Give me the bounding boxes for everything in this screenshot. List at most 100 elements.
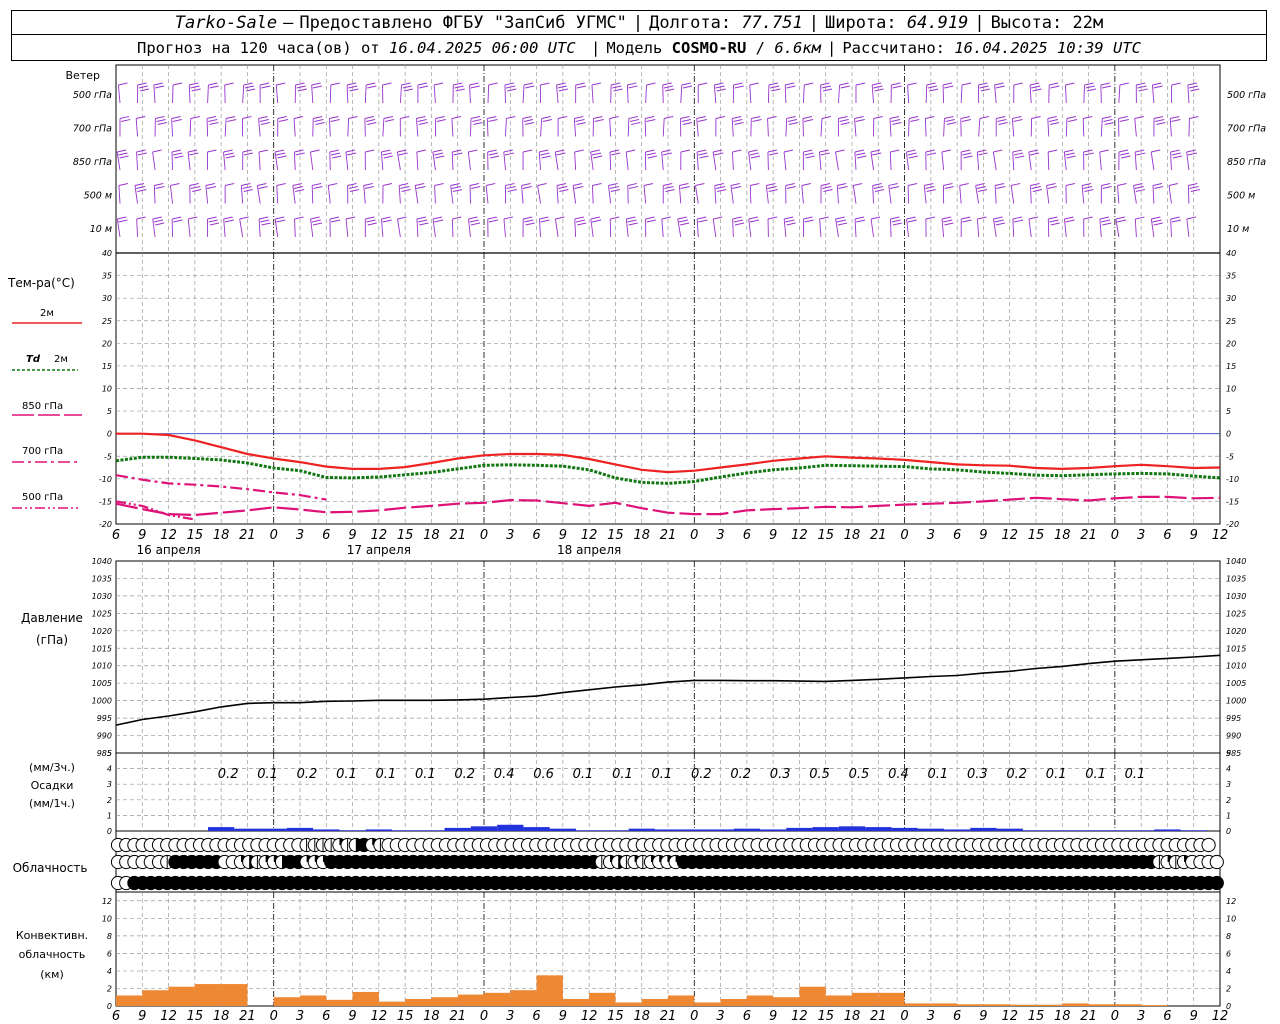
hour-tick-label: 15: [607, 528, 624, 543]
precip-bar: [707, 829, 734, 831]
wind-barb-feather: [698, 82, 708, 86]
wind-barb-feather: [944, 186, 954, 189]
wind-barb-feather: [1186, 149, 1196, 153]
pressure-tick-label: 1040: [92, 557, 112, 566]
wind-barb-feather: [1084, 152, 1094, 156]
wind-barb-shaft: [1083, 84, 1086, 104]
hour-tick-label: 9: [1190, 528, 1198, 543]
wind-barb-shaft: [118, 185, 121, 204]
wind-barb-feather: [575, 82, 585, 86]
pressure-tick-label-right: 990: [1226, 732, 1241, 741]
wind-barb-feather: [593, 116, 603, 119]
wind-barb-feather: [767, 116, 777, 119]
wind-barb-feather: [574, 149, 584, 153]
wind-barb-feather: [401, 189, 411, 192]
wind-barb-feather: [1153, 116, 1164, 119]
wind-barb-shaft: [487, 84, 490, 104]
precip-3h-unit: (мм/3ч.): [29, 761, 75, 774]
hour-tick-label: 21: [239, 528, 256, 543]
wind-barb-feather: [155, 222, 165, 226]
wind-barb-shaft: [505, 118, 507, 137]
wind-barb-feather: [349, 189, 360, 192]
hour-tick-label: 18: [1054, 528, 1071, 543]
wind-barb-feather: [1050, 85, 1060, 89]
wind-barb-feather: [733, 82, 743, 86]
wind-barb-feather: [1099, 216, 1109, 220]
wind-barb-feather: [980, 88, 990, 92]
conv-bar: [904, 1003, 931, 1006]
pressure-tick-label: 1025: [92, 609, 112, 618]
precip-bar: [313, 829, 340, 831]
wind-barb-feather: [190, 116, 200, 119]
hour-tick-label: 0: [1111, 528, 1119, 543]
wind-barb-feather: [419, 222, 429, 226]
wind-barb-feather: [749, 152, 759, 156]
t2m-legend-label: 2м: [40, 308, 54, 319]
wind-barb-feather: [925, 186, 935, 189]
wind-barb-shaft: [434, 185, 436, 204]
wind-barb-feather: [451, 116, 461, 119]
wind-barb-shaft: [398, 185, 401, 204]
wind-barb-feather: [941, 216, 952, 220]
wind-barb-feather: [243, 82, 253, 86]
hour-tick-label-bottom: 21: [239, 1009, 256, 1024]
precip-3h-sum: 0.6: [533, 767, 554, 782]
td-legend-level: 2м: [54, 354, 68, 365]
wind-barb-feather: [665, 88, 675, 92]
wind-barb-feather: [679, 183, 689, 186]
precip-tick-label-right: 2: [1226, 796, 1231, 805]
wind-barb-feather: [416, 116, 426, 119]
precip-bar: [286, 827, 314, 831]
wind-barb-feather: [786, 186, 796, 189]
day-label: 17 апреля: [347, 543, 411, 557]
wind-barb-shaft: [467, 151, 471, 171]
wind-barb-feather: [192, 189, 202, 192]
wind-barb-feather: [525, 85, 535, 89]
wind-barb-feather: [488, 219, 499, 223]
wind-barb-feather: [208, 82, 218, 86]
wind-barb-feather: [979, 116, 989, 119]
wind-barb-feather: [767, 186, 777, 189]
precip-bar: [1049, 830, 1076, 831]
wind-barb-feather: [924, 183, 934, 186]
precip-tick-label-right: 3: [1226, 780, 1231, 789]
wind-barb-feather: [153, 82, 163, 86]
wind-barb-feather: [367, 122, 377, 125]
wind-barb-feather: [487, 149, 497, 153]
hour-tick-label-bottom: 21: [1080, 1009, 1097, 1024]
wind-barb-feather: [1050, 222, 1060, 226]
wind-barb-shaft: [609, 118, 612, 137]
wind-barb-feather: [576, 122, 586, 125]
wind-barb-feather: [908, 155, 918, 159]
conv-tick-label: 8: [107, 932, 112, 941]
precip-3h-sum: 0.1: [336, 767, 357, 782]
wind-barb-feather: [750, 155, 761, 159]
wind-barb-feather: [419, 85, 429, 89]
wind-barb-feather: [1152, 82, 1162, 86]
conv-tick-label-right: 8: [1226, 932, 1231, 941]
wind-barb-feather: [1155, 119, 1165, 122]
wind-barb-feather: [853, 183, 863, 186]
hour-tick-label-bottom: 12: [371, 1009, 388, 1024]
wind-barb-feather: [330, 152, 341, 156]
wind-barb-feather: [734, 85, 744, 89]
wind-barb-feather: [293, 186, 304, 189]
wind-barb-feather: [838, 186, 848, 189]
wind-barb-shaft: [469, 84, 471, 104]
wind-barb-feather: [977, 189, 988, 192]
hour-tick-label-bottom: 18: [213, 1009, 230, 1024]
t850-legend-label: 850 гПа: [22, 401, 63, 412]
wind-barb-feather: [699, 155, 709, 159]
wind-barb-feather: [854, 216, 865, 220]
wind-barb-shaft: [188, 84, 191, 104]
wind-barb-shaft: [662, 118, 665, 137]
wind-barb-shaft: [153, 84, 156, 104]
wind-barb-feather: [1028, 149, 1038, 153]
conv-bar: [273, 997, 300, 1006]
wind-barb-feather: [662, 82, 672, 86]
wind-barb-shaft: [731, 118, 734, 137]
wind-level-label: 850 гПа: [73, 157, 112, 168]
wind-barb-feather: [698, 152, 708, 156]
wind-barb-feather: [363, 183, 373, 186]
precip-bar: [234, 828, 261, 831]
